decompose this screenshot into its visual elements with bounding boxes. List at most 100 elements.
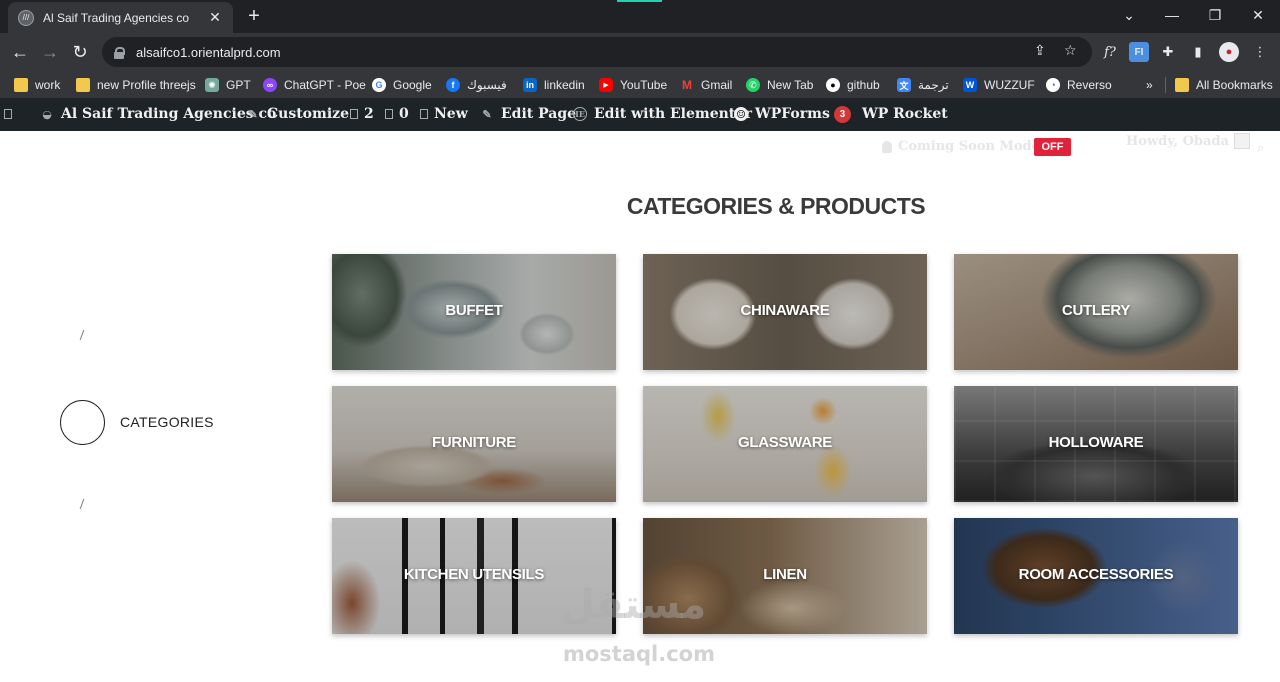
category-tile-chinaware[interactable]: CHINAWARE (643, 254, 927, 370)
bookmark-facebook[interactable]: f فيسبوك (446, 76, 507, 94)
wp-comments[interactable]: 2 (350, 103, 374, 125)
wp-edit-page[interactable]: ✎ Edit Page (480, 103, 576, 125)
coming-soon-toggle[interactable]: Coming Soon Mode (882, 139, 1040, 154)
category-tile-room-accessories[interactable]: ROOM ACCESSORIES (954, 518, 1238, 634)
tab-search-chevron-icon[interactable]: ⌄ (1107, 0, 1151, 30)
lightbulb-icon (882, 140, 892, 153)
bookmark-linkedin[interactable]: in linkedin (523, 76, 585, 94)
facebook-icon: f (446, 78, 460, 92)
wpforms-bear-icon: ☺ (734, 107, 748, 121)
wp-new[interactable]: New (420, 103, 468, 125)
page-title: CATEGORIES & PRODUCTS (626, 193, 926, 219)
folder-icon (76, 78, 90, 92)
bookmarks-overflow-icon[interactable]: » (1146, 76, 1153, 94)
active-tab[interactable]: /// Al Saif Trading Agencies co ✕ (8, 2, 233, 33)
folder-icon (14, 78, 28, 92)
tab-accent-bar (617, 0, 662, 2)
lock-icon (114, 46, 125, 59)
side-panel-icon[interactable]: ▮ (1188, 42, 1208, 62)
updates-icon (385, 109, 393, 119)
bookmark-reverso[interactable]: ◔ Reverso (1046, 76, 1112, 94)
elementor-icon: IE (573, 107, 587, 121)
tab-close-icon[interactable]: ✕ (207, 9, 223, 26)
category-tile-glassware[interactable]: GLASSWARE (643, 386, 927, 502)
wpforms-badge: 3 (833, 105, 851, 123)
translate-icon: 文 (897, 78, 911, 92)
tab-title: Al Saif Trading Agencies co (43, 10, 190, 25)
wp-rocket[interactable]: WP Rocket (862, 103, 948, 125)
breadcrumb-separator: / (79, 326, 85, 344)
chatgpt-icon: ✺ (205, 78, 219, 92)
minimize-button[interactable]: — (1150, 0, 1194, 30)
share-icon[interactable]: ⇪ (1034, 42, 1046, 59)
address-bar[interactable]: alsaifco1.orientalprd.com (102, 37, 1092, 67)
watermark-logo: مستقل (560, 582, 707, 628)
watermark-url: mostaql.com (563, 642, 715, 666)
formula-extension-icon[interactable]: f? (1100, 42, 1120, 62)
category-tile-buffet[interactable]: BUFFET (332, 254, 616, 370)
tile-label: LINEN (763, 566, 807, 583)
maximize-button[interactable]: ❐ (1193, 0, 1237, 30)
comments-icon (350, 109, 358, 119)
folder-icon (1175, 78, 1189, 92)
tile-label: CHINAWARE (740, 302, 830, 319)
gmail-icon: M (682, 78, 692, 92)
reload-button[interactable]: ↻ (68, 40, 92, 64)
bookmark-youtube[interactable]: ▶ YouTube (599, 76, 667, 94)
bookmark-new-tab[interactable]: ✆ New Tab (746, 76, 813, 94)
browser-tab-strip: /// Al Saif Trading Agencies co ✕ + ⌄ — … (0, 0, 1280, 33)
dashboard-gauge-icon: ◒ (42, 107, 52, 121)
browser-toolbar: ← → ↻ alsaifco1.orientalprd.com ⇪ ☆ f? F… (0, 33, 1280, 71)
breadcrumb-separator: / (79, 495, 85, 513)
extensions-puzzle-icon[interactable]: ✚ (1158, 42, 1178, 62)
tile-label: KITCHEN UTENSILS (403, 566, 545, 583)
bookmark-work[interactable]: work (14, 76, 60, 94)
bookmarks-divider (1165, 77, 1166, 93)
url-text: alsaifco1.orientalprd.com (136, 44, 281, 60)
all-bookmarks[interactable]: All Bookmarks (1175, 76, 1273, 94)
bookmark-github[interactable]: ● github (826, 76, 880, 94)
whatsapp-icon: ✆ (746, 78, 760, 92)
wp-customize[interactable]: ✎ Customize (246, 103, 349, 125)
new-tab-button[interactable]: + (243, 6, 265, 28)
wp-edit-elementor[interactable]: IE Edit with Elementor (573, 103, 752, 125)
category-tile-holloware[interactable]: HOLLOWARE (954, 386, 1238, 502)
window-close-button[interactable]: ✕ (1236, 0, 1280, 30)
bookmarks-bar: work new Profile threejs ✺ GPT ∞ ChatGPT -… (0, 71, 1280, 99)
bookmark-translate[interactable]: 文 ترجمة (897, 76, 949, 94)
wuzzuf-icon: W (963, 78, 977, 92)
fi-extension-icon[interactable]: FI (1129, 42, 1149, 62)
category-tile-furniture[interactable]: FURNITURE (332, 386, 616, 502)
user-avatar (1233, 133, 1250, 149)
tile-label: ROOM ACCESSORIES (1018, 566, 1174, 583)
wp-wpforms[interactable]: ☺ WPForms 3 (734, 103, 851, 125)
profile-avatar-icon[interactable]: ● (1219, 42, 1239, 62)
google-icon: G (372, 78, 386, 92)
github-icon: ● (826, 78, 840, 92)
coming-soon-off-badge[interactable]: OFF (1034, 138, 1071, 156)
bookmark-gpt[interactable]: ✺ GPT (205, 76, 251, 94)
bookmark-star-icon[interactable]: ☆ (1064, 42, 1077, 59)
wp-site-name[interactable]: ◒ Al Saif Trading Agencies co (40, 103, 276, 125)
bookmark-threejs[interactable]: new Profile threejs (76, 76, 196, 94)
wp-logo-icon[interactable] (4, 103, 18, 125)
bookmark-gmail[interactable]: M Gmail (680, 76, 732, 94)
forward-button[interactable]: → (38, 40, 62, 64)
youtube-icon: ▶ (599, 78, 613, 92)
categories-label: CATEGORIES (120, 414, 214, 430)
bookmark-poe[interactable]: ∞ ChatGPT - Poe (263, 76, 366, 94)
pencil-icon: ✎ (482, 107, 492, 121)
back-button[interactable]: ← (8, 40, 32, 64)
category-tile-cutlery[interactable]: CUTLERY (954, 254, 1238, 370)
menu-kebab-icon[interactable]: ⋮ (1250, 42, 1270, 62)
wp-updates[interactable]: 0 (385, 103, 409, 125)
account-menu[interactable]: Howdy, Obada (1126, 133, 1250, 149)
bookmark-wuzzuf[interactable]: W WUZZUF (963, 76, 1035, 94)
site-favicon-icon: /// (18, 9, 34, 26)
reverso-icon: ◔ (1046, 78, 1060, 92)
bookmark-google[interactable]: G Google (372, 76, 432, 94)
search-icon[interactable]: ⌕ (1257, 140, 1264, 156)
tile-label: FURNITURE (432, 434, 516, 451)
wp-admin-bar: ◒ Al Saif Trading Agencies co ✎ Customize … (0, 99, 1280, 131)
poe-icon: ∞ (263, 78, 277, 92)
